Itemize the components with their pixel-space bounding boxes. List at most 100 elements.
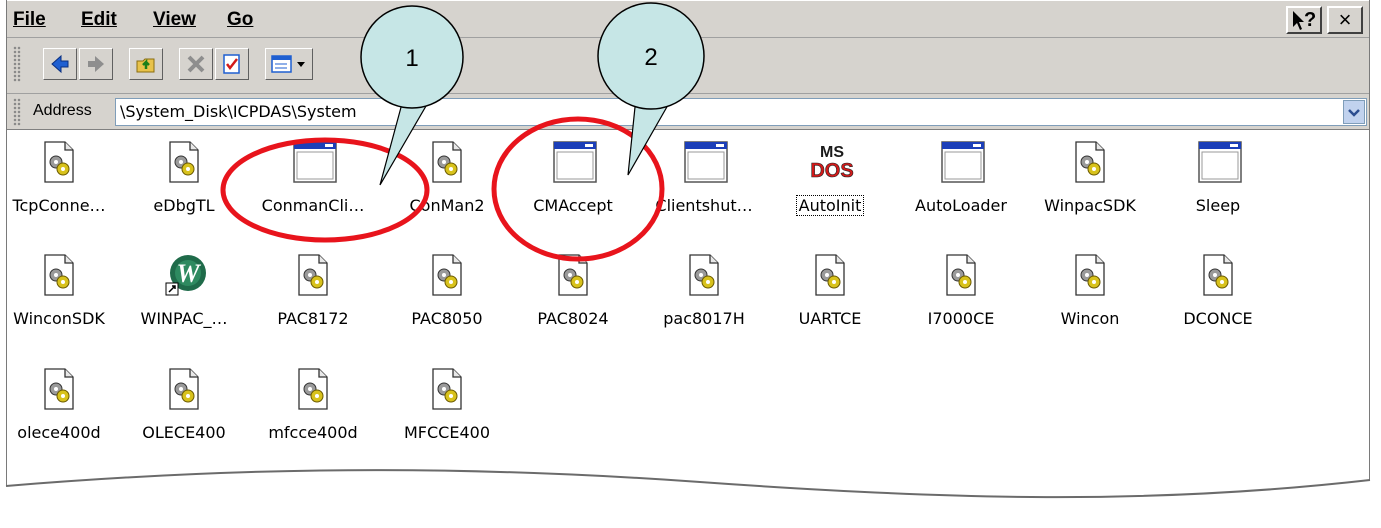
up-folder-button[interactable]	[129, 48, 163, 80]
views-button[interactable]	[265, 48, 313, 80]
file-label: PAC8050	[409, 309, 485, 328]
file-item[interactable]: CMAccept	[508, 140, 638, 215]
system-file-icon	[553, 253, 593, 297]
file-label: ConMan2	[407, 196, 487, 215]
file-label: Clientshut…	[653, 196, 755, 215]
file-label: MFCCE400	[402, 423, 492, 442]
system-file-icon	[293, 367, 333, 411]
file-item[interactable]: olece400d	[7, 367, 124, 442]
system-file-icon	[164, 367, 204, 411]
file-label: WinpacSDK	[1042, 196, 1138, 215]
file-item[interactable]: W WINPAC_…	[119, 253, 249, 328]
file-item[interactable]: eDbgTL	[119, 140, 249, 215]
svg-text:MS: MS	[820, 144, 844, 161]
file-item[interactable]: WinpacSDK	[1025, 140, 1155, 215]
file-label: Wincon	[1058, 309, 1122, 328]
application-window-icon	[941, 140, 985, 184]
system-file-icon	[1070, 140, 1110, 184]
system-file-icon	[1198, 253, 1238, 297]
winpac-shortcut-icon: W	[164, 253, 206, 297]
file-item[interactable]: pac8017H	[639, 253, 769, 328]
system-file-icon	[427, 140, 467, 184]
file-item[interactable]: WinconSDK	[7, 253, 124, 328]
file-label: PAC8172	[275, 309, 351, 328]
system-file-icon	[684, 253, 724, 297]
file-item[interactable]: PAC8050	[382, 253, 512, 328]
up-folder-icon	[136, 58, 155, 73]
file-label: Sleep	[1193, 196, 1243, 215]
delete-x-icon	[187, 55, 205, 73]
system-file-icon	[427, 367, 467, 411]
file-item[interactable]: PAC8024	[508, 253, 638, 328]
address-label: Address	[33, 102, 92, 119]
menu-edit[interactable]: Edit	[81, 9, 117, 31]
svg-text:DOS: DOS	[810, 160, 853, 182]
file-item[interactable]: AutoLoader	[896, 140, 1026, 215]
application-window-icon	[684, 140, 728, 184]
file-label: AutoInit	[795, 195, 865, 216]
file-item[interactable]: Wincon	[1025, 253, 1155, 328]
system-file-icon	[164, 140, 204, 184]
toolbar-grip[interactable]	[13, 46, 21, 82]
address-input[interactable]: \System_Disk\ICPDAS\System	[115, 98, 1367, 126]
file-label: WinconSDK	[11, 309, 107, 328]
properties-icon	[223, 54, 240, 74]
back-arrow-icon	[51, 54, 69, 74]
delete-button[interactable]	[179, 48, 213, 80]
file-item[interactable]: MFCCE400	[382, 367, 512, 442]
svg-text:W: W	[176, 259, 201, 288]
system-file-icon	[39, 253, 79, 297]
file-item[interactable]: UARTCE	[765, 253, 895, 328]
forward-arrow-icon	[88, 56, 104, 72]
system-file-icon	[810, 253, 850, 297]
file-label: CMAccept	[531, 196, 615, 215]
system-file-icon	[293, 253, 333, 297]
help-symbol: ?	[1304, 9, 1317, 31]
help-button[interactable]: ?	[1286, 6, 1322, 34]
file-label: olece400d	[15, 423, 103, 442]
file-item[interactable]: Sleep	[1153, 140, 1283, 215]
file-label: OLECE400	[140, 423, 228, 442]
file-item[interactable]: ConMan2	[382, 140, 512, 215]
menu-go[interactable]: Go	[227, 9, 253, 31]
system-file-icon	[941, 253, 981, 297]
system-file-icon	[427, 253, 467, 297]
ms-dos-icon: MS DOS	[810, 140, 854, 184]
file-item[interactable]: TcpConne…	[7, 140, 124, 215]
application-window-icon	[1198, 140, 1242, 184]
chevron-down-icon	[1348, 109, 1360, 117]
menu-view[interactable]: View	[153, 9, 196, 31]
close-button[interactable]: ×	[1327, 6, 1363, 34]
system-file-icon	[1070, 253, 1110, 297]
forward-button[interactable]	[79, 48, 113, 80]
file-item[interactable]: mfcce400d	[248, 367, 378, 442]
file-item[interactable]: Clientshut…	[639, 140, 769, 215]
file-label: TcpConne…	[10, 196, 108, 215]
file-item[interactable]: ConmanCli…	[248, 140, 378, 215]
menu-file[interactable]: File	[13, 9, 46, 31]
menu-bar: File Edit View Go ? ×	[7, 0, 1369, 38]
file-label: I7000CE	[925, 309, 997, 328]
file-label: UARTCE	[796, 309, 864, 328]
address-dropdown-button[interactable]	[1343, 100, 1365, 124]
application-window-icon	[553, 140, 597, 184]
application-window-icon	[293, 140, 337, 184]
file-label: eDbgTL	[151, 196, 217, 215]
file-label: ConmanCli…	[259, 196, 367, 215]
file-label: mfcce400d	[266, 423, 360, 442]
views-icon	[271, 55, 305, 73]
file-label: PAC8024	[535, 309, 611, 328]
file-item[interactable]: I7000CE	[896, 253, 1026, 328]
file-item[interactable]: OLECE400	[119, 367, 249, 442]
address-bar: Address \System_Disk\ICPDAS\System	[7, 94, 1369, 130]
file-label: WINPAC_…	[138, 309, 230, 328]
properties-button[interactable]	[215, 48, 249, 80]
close-icon: ×	[1338, 7, 1352, 32]
file-item[interactable]: PAC8172	[248, 253, 378, 328]
back-button[interactable]	[43, 48, 77, 80]
file-item[interactable]: MS DOS AutoInit	[765, 140, 895, 216]
toolbar	[7, 38, 1369, 94]
file-item[interactable]: DCONCE	[1153, 253, 1283, 328]
file-label: AutoLoader	[913, 196, 1009, 215]
address-bar-grip[interactable]	[13, 98, 21, 126]
